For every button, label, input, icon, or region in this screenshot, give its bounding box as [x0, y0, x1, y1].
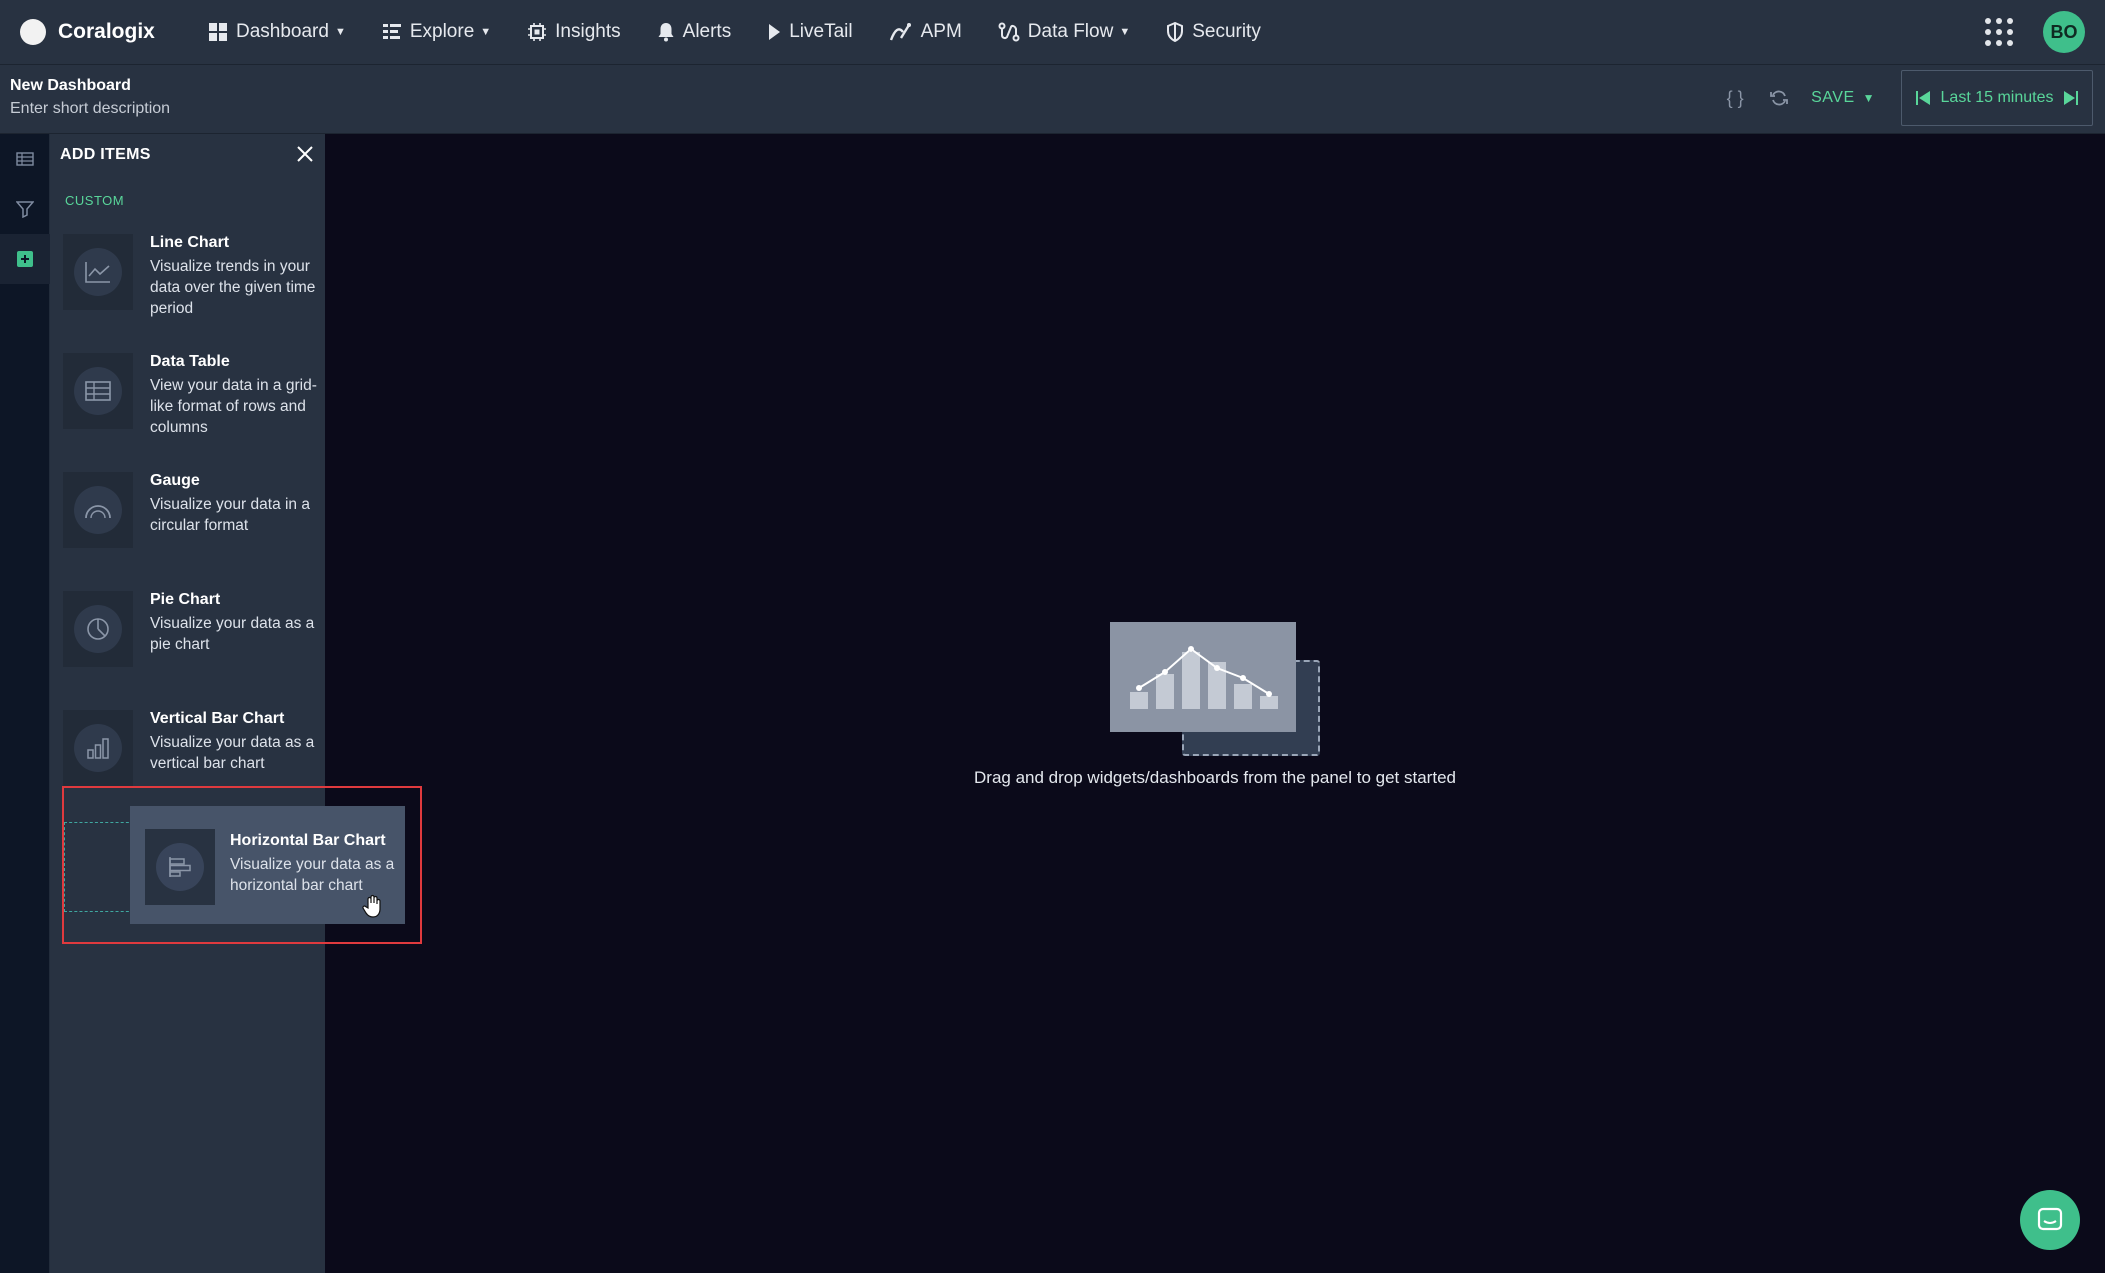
- nav-security-label: Security: [1192, 21, 1261, 42]
- time-range-picker[interactable]: Last 15 minutes: [1901, 70, 2093, 126]
- empty-state-illustration: [1110, 622, 1320, 762]
- nav-livetail-label: LiveTail: [789, 21, 853, 42]
- play-icon: [769, 24, 781, 40]
- nav-dashboard[interactable]: Dashboard ▼: [190, 0, 364, 64]
- chat-button[interactable]: [2020, 1190, 2080, 1250]
- apps-grid-icon[interactable]: [1985, 18, 2013, 46]
- widget-thumb: [63, 591, 133, 667]
- widget-title: Line Chart: [150, 234, 230, 251]
- nav-insights[interactable]: Insights: [509, 0, 638, 64]
- chevron-down-icon: ▼: [1862, 91, 1875, 105]
- data-flow-icon: [998, 22, 1020, 42]
- widget-thumb: [63, 710, 133, 786]
- dashboard-canvas[interactable]: Drag and drop widgets/dashboards from th…: [325, 134, 2105, 1273]
- widget-title: Vertical Bar Chart: [150, 710, 285, 727]
- nav-alerts-label: Alerts: [682, 21, 732, 42]
- apm-icon: [889, 23, 911, 41]
- pie-chart-icon: [87, 618, 109, 640]
- nav-livetail[interactable]: LiveTail: [749, 0, 870, 64]
- widget-thumb: [63, 472, 133, 548]
- chevron-down-icon: ▼: [480, 26, 492, 38]
- drag-highlight-box: [62, 786, 422, 944]
- nav-explore[interactable]: Explore ▼: [364, 0, 509, 64]
- avatar[interactable]: BO: [2043, 11, 2085, 53]
- dashboard-header: New Dashboard Enter short description { …: [0, 64, 2105, 134]
- widget-title: Gauge: [150, 472, 200, 489]
- save-button[interactable]: SAVE ▼: [1811, 89, 1875, 107]
- widget-thumb: [63, 353, 133, 429]
- refresh-icon[interactable]: [1767, 86, 1791, 110]
- nav-dashboard-label: Dashboard: [236, 21, 329, 42]
- list-icon: [16, 152, 34, 166]
- dashboard-title[interactable]: New Dashboard: [10, 77, 131, 95]
- dashboard-description[interactable]: Enter short description: [10, 100, 170, 118]
- nav-data-flow[interactable]: Data Flow ▼: [980, 0, 1148, 64]
- brand-name: Coralogix: [58, 20, 155, 43]
- widget-data-table[interactable]: Data Table View your data in a grid-like…: [63, 353, 318, 463]
- save-label: SAVE: [1811, 89, 1855, 106]
- widget-title: Pie Chart: [150, 591, 221, 608]
- gauge-icon: [85, 505, 111, 519]
- widget-title: Data Table: [150, 353, 230, 370]
- rail-add-button[interactable]: [0, 234, 50, 284]
- filter-icon: [16, 201, 34, 218]
- nav-insights-label: Insights: [555, 21, 621, 42]
- widget-thumb: [63, 234, 133, 310]
- nav-data-flow-label: Data Flow: [1027, 21, 1114, 42]
- line-chart-icon: [85, 262, 110, 283]
- widget-description: Visualize your data as a vertical bar ch…: [150, 734, 315, 772]
- add-items-panel: ADD ITEMS CUSTOM Line Chart Visualize tr…: [50, 134, 325, 1273]
- bell-icon: [658, 23, 674, 42]
- next-range-icon[interactable]: [2062, 90, 2080, 106]
- empty-state-message: Drag and drop widgets/dashboards from th…: [974, 768, 1456, 787]
- time-range-label: Last 15 minutes: [1940, 89, 2054, 106]
- rail-widgets-button[interactable]: [0, 134, 50, 184]
- top-nav: Coralogix Dashboard ▼ Explore ▼ Insights…: [0, 0, 2105, 64]
- nav-security[interactable]: Security: [1148, 0, 1279, 64]
- widget-description: Visualize your data in a circular format: [150, 496, 310, 534]
- nav-apm-label: APM: [920, 21, 962, 42]
- add-icon: [17, 251, 33, 267]
- previous-range-icon[interactable]: [1914, 90, 1932, 106]
- section-label: CUSTOM: [65, 193, 125, 208]
- panel-title: ADD ITEMS: [60, 146, 151, 163]
- widget-description: Visualize your data as a pie chart: [150, 615, 315, 653]
- insights-icon: [528, 23, 547, 41]
- left-rail: [0, 134, 50, 1273]
- chevron-down-icon: ▼: [334, 26, 346, 38]
- widget-description: View your data in a grid-like format of …: [150, 377, 317, 436]
- table-icon: [85, 381, 111, 401]
- explore-icon: [382, 24, 401, 39]
- widget-pie-chart[interactable]: Pie Chart Visualize your data as a pie c…: [63, 591, 318, 701]
- json-icon[interactable]: { }: [1723, 86, 1747, 110]
- dashboard-icon: [209, 23, 227, 41]
- shield-icon: [1167, 22, 1184, 42]
- vertical-bar-chart-icon: [87, 738, 109, 759]
- rail-filter-button[interactable]: [0, 184, 50, 234]
- close-icon[interactable]: [295, 144, 315, 164]
- brand-logo[interactable]: Coralogix: [20, 19, 190, 45]
- chat-icon: [2037, 1207, 2063, 1231]
- logo-icon: [20, 19, 46, 45]
- widget-gauge[interactable]: Gauge Visualize your data in a circular …: [63, 472, 318, 582]
- nav-explore-label: Explore: [409, 21, 475, 42]
- widget-line-chart[interactable]: Line Chart Visualize trends in your data…: [63, 234, 318, 344]
- nav-apm[interactable]: APM: [871, 0, 980, 64]
- chevron-down-icon: ▼: [1119, 26, 1131, 38]
- widget-description: Visualize trends in your data over the g…: [150, 258, 316, 317]
- nav-alerts[interactable]: Alerts: [639, 0, 750, 64]
